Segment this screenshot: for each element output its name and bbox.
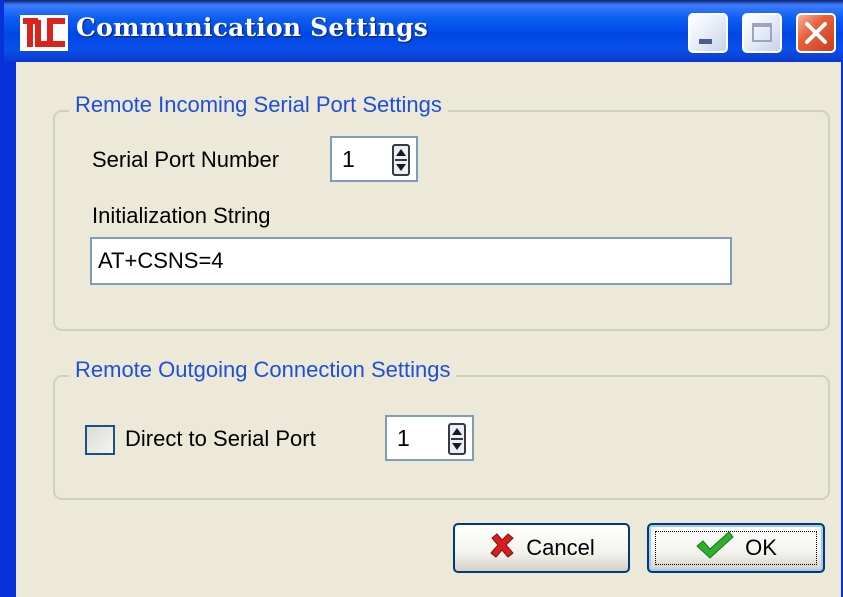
spin-arrows-icon[interactable] (392, 144, 410, 176)
direct-to-serial-port-checkbox[interactable] (85, 425, 115, 455)
checkmark-icon (695, 530, 735, 566)
window-title: Communication Settings (76, 13, 429, 42)
minimize-icon (699, 39, 712, 44)
spin-arrows-icon[interactable] (448, 423, 466, 455)
serial-port-number-label: Serial Port Number (92, 147, 280, 172)
ok-button[interactable]: OK (647, 523, 825, 573)
outgoing-port-stepper[interactable]: 1 (385, 415, 474, 461)
maximize-icon (752, 23, 772, 42)
cancel-button-label: Cancel (526, 535, 595, 560)
title-bar[interactable]: Communication Settings (4, 0, 843, 62)
initialization-string-input[interactable] (90, 237, 732, 285)
minimize-button[interactable] (688, 13, 728, 53)
cancel-button[interactable]: Cancel (453, 523, 630, 573)
serial-port-number-value: 1 (342, 146, 355, 172)
maximize-button[interactable] (742, 13, 782, 53)
initialization-string-label: Initialization String (92, 203, 271, 228)
dialog-window: Communication Settings Remote Incoming S… (0, 0, 843, 597)
close-icon (802, 19, 830, 52)
close-button[interactable] (796, 13, 836, 53)
outgoing-port-value: 1 (397, 425, 410, 451)
ok-button-label: OK (745, 535, 777, 560)
tlc-logo-icon (20, 15, 68, 51)
outgoing-group-legend: Remote Outgoing Connection Settings (69, 357, 457, 383)
incoming-group-legend: Remote Incoming Serial Port Settings (69, 92, 448, 118)
serial-port-number-stepper[interactable]: 1 (330, 136, 418, 182)
direct-to-serial-port-label[interactable]: Direct to Serial Port (125, 426, 316, 452)
x-cancel-icon (488, 531, 516, 565)
dialog-client-area: Remote Incoming Serial Port Settings Ser… (16, 62, 841, 597)
